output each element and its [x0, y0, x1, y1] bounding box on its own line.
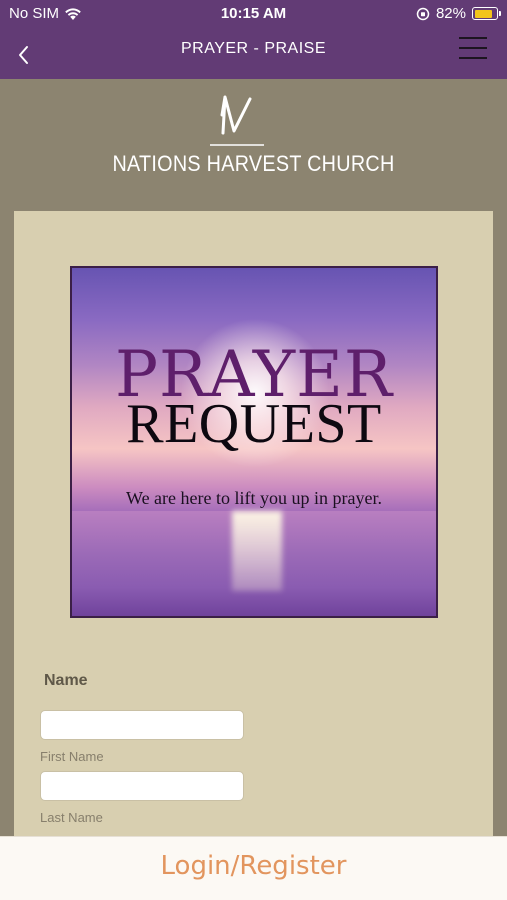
hamburger-menu-icon[interactable] — [459, 37, 487, 61]
bottom-bar: Login/Register — [0, 836, 507, 900]
church-name: NATIONS HARVEST CHURCH — [112, 151, 395, 176]
page-title: PRAYER - PRAISE — [180, 40, 326, 57]
brand-header: NATIONS HARVEST CHURCH — [0, 79, 507, 211]
last-name-caption: Last Name — [40, 810, 103, 825]
church-logo — [210, 95, 264, 146]
content-panel: PRAYER REQUEST We are here to lift you u… — [14, 211, 493, 900]
orientation-lock-icon — [416, 7, 430, 20]
status-right: 82% — [416, 5, 501, 22]
first-name-caption: First Name — [40, 749, 104, 764]
banner-title-request: REQUEST — [126, 393, 382, 455]
last-name-input[interactable] — [40, 771, 244, 801]
banner-tagline: We are here to lift you up in prayer. — [126, 488, 382, 508]
battery-level — [474, 9, 492, 18]
name-label: Name — [44, 672, 88, 689]
battery-icon — [472, 7, 501, 20]
status-bar: No SIM 10:15 AM 82% — [0, 0, 507, 30]
sun-reflection — [232, 511, 282, 591]
prayer-request-banner: PRAYER REQUEST We are here to lift you u… — [70, 266, 438, 618]
nav-bar: PRAYER - PRAISE — [0, 30, 507, 79]
battery-percent: 82% — [435, 5, 466, 22]
first-name-input[interactable] — [40, 710, 244, 740]
login-register-button[interactable]: Login/Register — [0, 851, 507, 881]
